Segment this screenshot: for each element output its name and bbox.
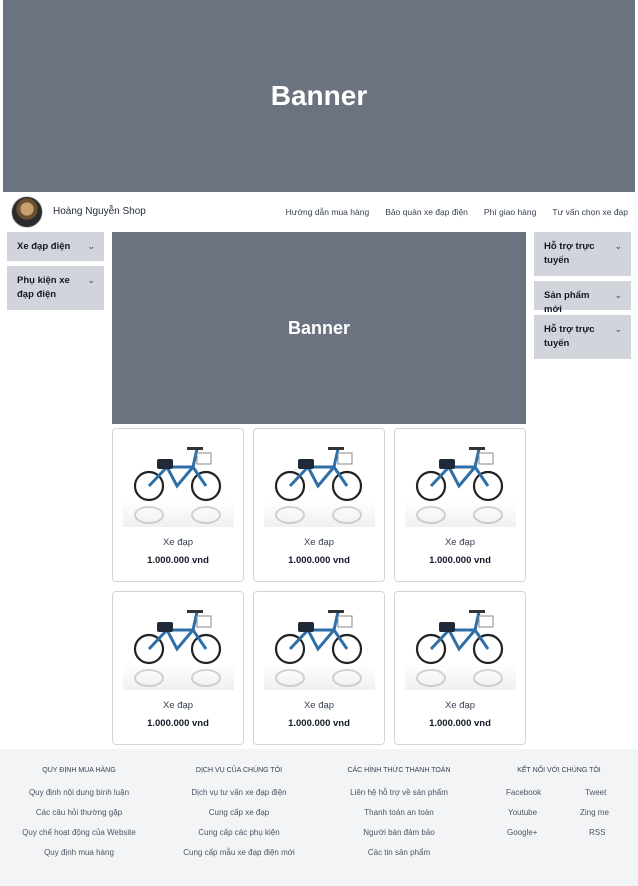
product-card[interactable]: Xe đạp 1.000.000 vnd bbox=[112, 428, 244, 582]
product-price: 1.000.000 vnd bbox=[147, 718, 209, 729]
footer-link[interactable]: Cung cấp xe đạp bbox=[165, 808, 313, 817]
product-name[interactable]: Xe đạp bbox=[113, 700, 243, 711]
footer-heading: Các hình thức thanh toán bbox=[347, 767, 451, 774]
product-name[interactable]: Xe đạp bbox=[395, 700, 525, 711]
top-nav: Hoàng Nguyễn Shop Hướng dẫn mua hàng Bảo… bbox=[0, 192, 638, 232]
rss-link[interactable]: RSS bbox=[589, 828, 605, 837]
product-image[interactable] bbox=[405, 602, 516, 690]
right-menu-item-label: Sản phẩm mới bbox=[544, 290, 590, 315]
youtube-link[interactable]: Youtube bbox=[508, 808, 537, 817]
footer-link[interactable]: Dịch vụ tư vấn xe đạp điện bbox=[165, 788, 313, 797]
product-card[interactable]: Xe đạp 1.000.000 vnd bbox=[112, 591, 244, 745]
footer-link[interactable]: Quy chế hoạt động của Website bbox=[6, 828, 152, 837]
product-image[interactable] bbox=[123, 439, 234, 527]
nav-link-huong-dan[interactable]: Hướng dẫn mua hàng bbox=[286, 207, 370, 217]
top-banner-label: Banner bbox=[270, 80, 368, 111]
footer-heading: Dịch vụ của chúng tôi bbox=[195, 767, 283, 774]
left-menu-item-label: Phụ kiện xe đạp điện bbox=[17, 275, 70, 300]
right-sidebar: Hỗ trợ trực tuyến ⌄ Sản phẩm mới ⌄ Hỗ tr… bbox=[534, 232, 631, 364]
nav-links: Hướng dẫn mua hàng Bảo quản xe đạp điện … bbox=[270, 207, 628, 217]
product-image[interactable] bbox=[123, 602, 234, 690]
product-name[interactable]: Xe đạp bbox=[254, 700, 384, 711]
product-card[interactable]: Xe đạp 1.000.000 vnd bbox=[253, 591, 385, 745]
left-menu-item-label: Xe đạp điện bbox=[17, 241, 71, 252]
product-name[interactable]: Xe đạp bbox=[113, 537, 243, 548]
bicycle-icon bbox=[274, 447, 363, 524]
shop-name[interactable]: Hoàng Nguyễn Shop bbox=[53, 206, 146, 217]
top-banner: Banner bbox=[3, 0, 635, 192]
footer-heading: Kết nối với chúng tôi bbox=[517, 767, 601, 774]
chevron-down-icon: ⌄ bbox=[614, 324, 622, 334]
facebook-link[interactable]: Facebook bbox=[506, 788, 541, 797]
bicycle-icon bbox=[133, 610, 222, 687]
right-menu-item-label: Hỗ trợ trực tuyến bbox=[544, 241, 595, 266]
product-name[interactable]: Xe đạp bbox=[254, 537, 384, 548]
right-menu-item[interactable]: Hỗ trợ trực tuyến ⌄ bbox=[534, 315, 631, 359]
footer-link[interactable]: Quy định mua hàng bbox=[6, 848, 152, 857]
footer-link[interactable]: Thanh toán an toàn bbox=[325, 808, 473, 817]
left-menu-item[interactable]: Xe đạp điện ⌄ bbox=[7, 232, 104, 261]
product-image[interactable] bbox=[264, 602, 375, 690]
footer-link[interactable]: Quy định nội dung bình luận bbox=[6, 788, 152, 797]
footer: Quy định mua hàng Quy định nội dung bình… bbox=[0, 749, 638, 886]
product-grid: Xe đạp 1.000.000 vnd Xe đạp 1.000.000 vn… bbox=[112, 428, 526, 745]
tweet-link[interactable]: Tweet bbox=[585, 788, 606, 797]
bicycle-icon bbox=[133, 447, 222, 524]
left-sidebar: Xe đạp điện ⌄ Phụ kiện xe đạp điện ⌄ bbox=[7, 232, 104, 315]
right-menu-item[interactable]: Hỗ trợ trực tuyến ⌄ bbox=[534, 232, 631, 276]
bicycle-icon bbox=[274, 610, 363, 687]
footer-heading: Quy định mua hàng bbox=[42, 767, 116, 774]
left-menu-item[interactable]: Phụ kiện xe đạp điện ⌄ bbox=[7, 266, 104, 310]
product-image[interactable] bbox=[264, 439, 375, 527]
chevron-down-icon: ⌄ bbox=[614, 241, 622, 251]
shop-avatar[interactable] bbox=[11, 196, 43, 228]
nav-link-bao-quan[interactable]: Bảo quản xe đạp điện bbox=[385, 207, 468, 217]
product-price: 1.000.000 vnd bbox=[429, 718, 491, 729]
product-card[interactable]: Xe đạp 1.000.000 vnd bbox=[394, 428, 526, 582]
product-card[interactable]: Xe đạp 1.000.000 vnd bbox=[394, 591, 526, 745]
chevron-down-icon: ⌄ bbox=[87, 275, 95, 285]
product-price: 1.000.000 vnd bbox=[288, 555, 350, 566]
product-image[interactable] bbox=[405, 439, 516, 527]
product-price: 1.000.000 vnd bbox=[288, 718, 350, 729]
chevron-down-icon: ⌄ bbox=[614, 290, 622, 300]
main-banner-label: Banner bbox=[287, 317, 350, 338]
product-price: 1.000.000 vnd bbox=[429, 555, 491, 566]
nav-link-phi-giao-hang[interactable]: Phí giao hàng bbox=[484, 207, 536, 217]
google-plus-link[interactable]: Google+ bbox=[507, 828, 537, 837]
product-name[interactable]: Xe đạp bbox=[395, 537, 525, 548]
right-menu-item-label: Hỗ trợ trực tuyến bbox=[544, 324, 595, 349]
footer-link[interactable]: Các câu hỏi thường gặp bbox=[6, 808, 152, 817]
product-card[interactable]: Xe đạp 1.000.000 vnd bbox=[253, 428, 385, 582]
right-menu-item[interactable]: Sản phẩm mới ⌄ bbox=[534, 281, 631, 315]
zing-me-link[interactable]: Zing me bbox=[580, 808, 609, 817]
main-banner: Banner bbox=[112, 232, 526, 424]
footer-link[interactable]: Cung cấp các phụ kiện bbox=[165, 828, 313, 837]
footer-link[interactable]: Cung cấp mẫu xe đạp điện mới bbox=[165, 848, 313, 857]
bicycle-icon bbox=[415, 447, 504, 524]
footer-link[interactable]: Người bán đảm bảo bbox=[325, 828, 473, 837]
footer-link[interactable]: Các tin sản phẩm bbox=[325, 848, 473, 857]
bicycle-icon bbox=[415, 610, 504, 687]
footer-link[interactable]: Liên hệ hỗ trợ về sản phẩm bbox=[325, 788, 473, 797]
chevron-down-icon: ⌄ bbox=[87, 241, 95, 251]
nav-link-tu-van[interactable]: Tư vấn chọn xe đạp bbox=[552, 207, 628, 217]
product-price: 1.000.000 vnd bbox=[147, 555, 209, 566]
